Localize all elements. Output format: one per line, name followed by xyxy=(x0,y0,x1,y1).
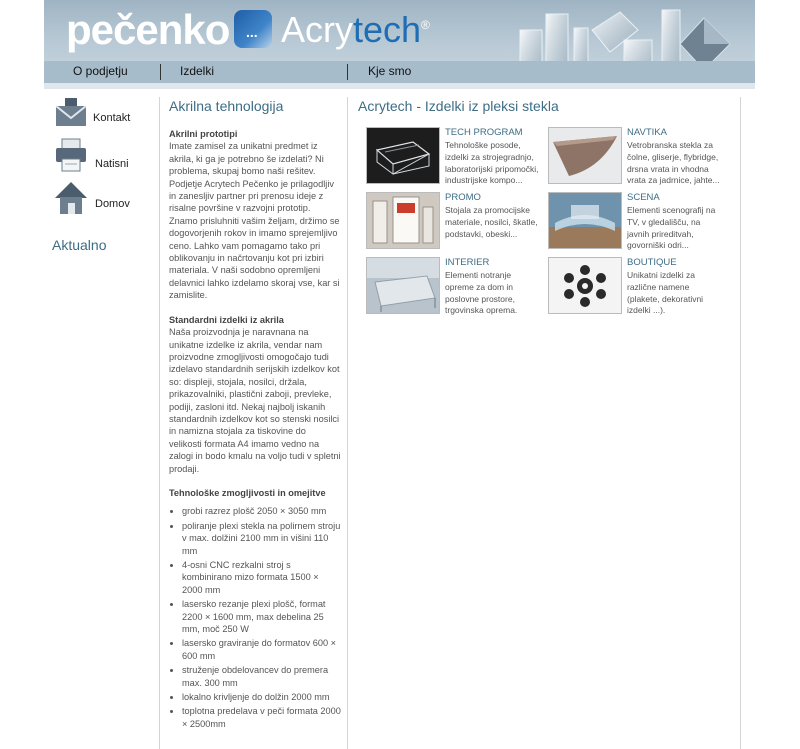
list-item: lokalno krivljenje do dolžin 2000 mm xyxy=(182,691,341,703)
scena-thumbnail[interactable] xyxy=(548,192,622,249)
sidebar-link-domov[interactable]: Domov xyxy=(54,180,154,220)
navtika-thumbnail[interactable] xyxy=(548,127,622,184)
products-title: Acrytech - Izdelki iz pleksi stekla xyxy=(358,98,559,114)
card-title[interactable]: PROMO xyxy=(445,192,481,203)
registered-mark: ® xyxy=(421,18,430,32)
printer-icon xyxy=(56,138,86,172)
card-title[interactable]: BOUTIQUE xyxy=(627,257,677,268)
product-card-boutique[interactable]: BOUTIQUE Unikatni izdelki za različne na… xyxy=(540,257,716,317)
column-divider xyxy=(347,97,348,749)
section-heading-zmogljivosti: Tehnološke zmogljivosti in omejitve xyxy=(169,487,326,498)
content-column: Akrilna tehnologija Akrilni prototipi Im… xyxy=(169,98,341,732)
card-description: Unikatni izdelki za različne namene (pla… xyxy=(627,270,704,316)
boutique-thumbnail[interactable] xyxy=(548,257,622,314)
card-title[interactable]: SCENA xyxy=(627,192,660,203)
main-nav: O podjetju Izdelki Kje smo xyxy=(44,61,755,83)
card-title[interactable]: NAVTIKA xyxy=(627,127,667,138)
section-heading-prototipi: Akrilni prototipi xyxy=(169,129,238,139)
list-item: poliranje plexi stekla na polirnem stroj… xyxy=(182,520,341,557)
pecenko-logo[interactable]: pečenko xyxy=(66,6,230,54)
list-item: grobi razrez plošč 2050 × 3050 mm xyxy=(182,505,341,517)
product-card-promo[interactable]: PROMO Stojala za promocijske materiale, … xyxy=(358,192,538,252)
section-text-standardni: Naša proizvodnja je naravnana na unikatn… xyxy=(169,327,341,474)
news-heading: Aktualno xyxy=(52,237,107,253)
list-item: struženje obdelovancev do premera max. 3… xyxy=(182,664,341,689)
capabilities-list: grobi razrez plošč 2050 × 3050 mm polira… xyxy=(169,505,341,730)
home-icon xyxy=(55,182,87,214)
acrytech-logo-acry: Acry xyxy=(281,9,353,50)
sidebar-label-domov: Domov xyxy=(95,198,130,210)
card-description: Tehnološke posode, izdelki za strojegrad… xyxy=(445,140,539,186)
sidebar-link-kontakt[interactable]: Kontakt xyxy=(54,96,154,136)
nav-o-podjetju[interactable]: O podjetju xyxy=(73,64,128,78)
list-item: lasersko graviranje do formatov 600 × 60… xyxy=(182,637,341,662)
list-item: 4-osni CNC rezkalni stroj s kombinirano … xyxy=(182,559,341,596)
header-strip xyxy=(44,83,755,89)
interier-thumbnail[interactable] xyxy=(366,257,440,314)
section-heading-standardni: Standardni izdelki iz akrila xyxy=(169,314,284,325)
tech-program-thumbnail[interactable] xyxy=(366,127,440,184)
promo-thumbnail[interactable] xyxy=(366,192,440,249)
list-item: lasersko rezanje plexi plošč, format 220… xyxy=(182,598,341,635)
nav-kje-smo[interactable]: Kje smo xyxy=(368,64,411,78)
acrytech-logo[interactable]: Acrytech® xyxy=(281,9,430,51)
nav-divider xyxy=(160,64,161,80)
nav-izdelki[interactable]: Izdelki xyxy=(180,64,214,78)
card-title[interactable]: TECH PROGRAM xyxy=(445,127,523,138)
column-divider xyxy=(740,97,741,749)
sidebar-link-natisni[interactable]: Natisni xyxy=(54,137,154,177)
product-card-interier[interactable]: INTERIER Elementi notranje opreme za dom… xyxy=(358,257,534,317)
card-title[interactable]: INTERIER xyxy=(445,257,489,268)
list-item: toplotna predelava v peči formata 2000 ×… xyxy=(182,705,341,730)
card-description: Vetrobranska stekla za čolne, gliserje, … xyxy=(627,140,720,186)
product-card-tech-program[interactable]: TECH PROGRAM Tehnološke posode, izdelki … xyxy=(358,127,539,187)
card-description: Stojala za promocijske materiale, nosilc… xyxy=(445,205,538,239)
section-text-prototipi: Imate zamisel za unikatni predmet iz akr… xyxy=(169,141,340,301)
acrytech-logo-tech: tech xyxy=(353,9,422,50)
acrytech-logo-icon xyxy=(234,10,272,48)
sidebar-label-natisni: Natisni xyxy=(95,158,129,170)
mail-icon xyxy=(55,98,87,126)
column-divider xyxy=(159,97,160,749)
nav-divider xyxy=(347,64,348,80)
card-description: Elementi scenografij na TV, v gledališču… xyxy=(627,205,716,251)
sidebar-label-kontakt: Kontakt xyxy=(93,112,131,124)
card-description: Elementi notranje opreme za dom in poslo… xyxy=(445,270,518,316)
product-card-scena[interactable]: SCENA Elementi scenografij na TV, v gled… xyxy=(540,192,716,252)
product-card-navtika[interactable]: NAVTIKA Vetrobranska stekla za čolne, gl… xyxy=(540,127,720,187)
page-title: Akrilna tehnologija xyxy=(169,98,284,114)
